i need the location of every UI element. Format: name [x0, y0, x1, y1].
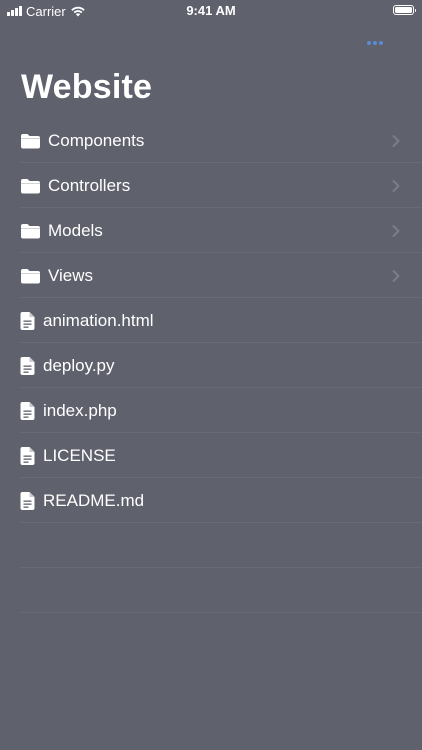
- file-row-animation-html[interactable]: animation.html: [0, 298, 422, 343]
- chevron-right-icon: [392, 179, 400, 192]
- status-time: 9:41 AM: [186, 3, 236, 18]
- empty-row: [0, 568, 422, 613]
- more-button[interactable]: [364, 36, 386, 50]
- file-label: deploy.py: [43, 355, 115, 375]
- document-icon: [20, 311, 35, 330]
- folder-row-models[interactable]: Models: [0, 208, 422, 253]
- battery-icon: [393, 5, 416, 15]
- file-row-readme-md[interactable]: README.md: [0, 478, 422, 523]
- folder-label: Models: [48, 220, 103, 240]
- folder-row-controllers[interactable]: Controllers: [0, 163, 422, 208]
- page-title: Website: [21, 68, 153, 106]
- document-icon: [20, 356, 35, 375]
- chevron-right-icon: [392, 134, 400, 147]
- file-row-index-php[interactable]: index.php: [0, 388, 422, 433]
- empty-row: [0, 523, 422, 568]
- file-label: animation.html: [43, 310, 154, 330]
- file-list: Components Controllers Models Views anim…: [0, 118, 422, 613]
- file-row-license[interactable]: LICENSE: [0, 433, 422, 478]
- folder-label: Components: [48, 130, 145, 150]
- folder-icon: [20, 223, 41, 239]
- file-label: index.php: [43, 400, 117, 420]
- folder-label: Views: [48, 265, 94, 285]
- file-label: README.md: [43, 490, 145, 510]
- file-label: LICENSE: [43, 445, 116, 465]
- file-row-deploy-py[interactable]: deploy.py: [0, 343, 422, 388]
- document-icon: [20, 446, 35, 465]
- folder-icon: [20, 268, 41, 284]
- folder-icon: [20, 133, 41, 149]
- chevron-right-icon: [392, 224, 400, 237]
- status-bar: Carrier 9:41 AM: [0, 0, 422, 22]
- chevron-right-icon: [392, 269, 400, 282]
- folder-icon: [20, 178, 41, 194]
- ellipsis-icon: [367, 41, 371, 45]
- document-icon: [20, 401, 35, 420]
- document-icon: [20, 491, 35, 510]
- folder-row-components[interactable]: Components: [0, 118, 422, 163]
- folder-label: Controllers: [48, 175, 131, 195]
- folder-row-views[interactable]: Views: [0, 253, 422, 298]
